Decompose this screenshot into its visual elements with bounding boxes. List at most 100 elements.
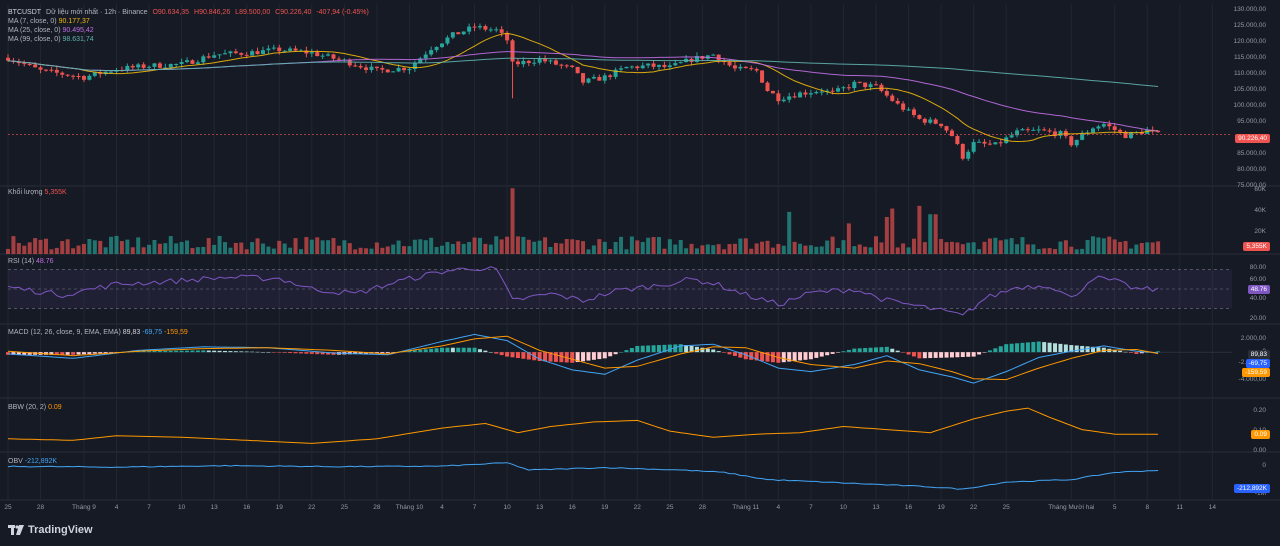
time-tick: 19 (601, 504, 609, 511)
tradingview-logo[interactable]: TradingView (8, 524, 93, 536)
macd-histogram-bar (217, 350, 222, 353)
candle-body (293, 48, 298, 51)
candle-body (1031, 129, 1036, 131)
macd-histogram-bar (798, 352, 803, 361)
volume-bar (228, 247, 233, 254)
volume-bar (738, 238, 743, 254)
volume-bar (119, 241, 124, 254)
macd-histogram-bar (960, 352, 965, 358)
macd-histogram-bar (971, 352, 976, 357)
macd-legend[interactable]: MACD (12, 26, close, 9, EMA, EMA) 89,83 … (8, 328, 188, 337)
candle-body (960, 143, 965, 159)
obv-line (7, 462, 1159, 490)
candle-body (895, 100, 900, 104)
macd-histogram-bar (944, 352, 949, 358)
price-tag: 90.226,40 (1235, 134, 1270, 143)
candle-body (798, 92, 803, 98)
macd-histogram-bar (694, 346, 699, 353)
volume-bar (819, 246, 824, 254)
price-tick: 85.000,00 (1237, 150, 1266, 157)
volume-bar (857, 244, 862, 254)
candle-body (260, 50, 265, 55)
volume-bar (987, 238, 992, 254)
candle-body (244, 54, 249, 56)
macd-histogram-bar (1004, 344, 1009, 353)
volume-bar (944, 242, 949, 254)
volume-bar (320, 240, 325, 254)
macd-histogram-bar (836, 352, 841, 353)
macd-histogram-bar (1053, 343, 1058, 353)
candle-body (651, 63, 656, 67)
macd-histogram-bar (185, 350, 190, 353)
volume-bar (467, 241, 472, 254)
bbw-legend[interactable]: BBW (20, 2) 0.09 (8, 403, 62, 412)
ma25-legend[interactable]: MA (25, close, 0) 90.495,42 (8, 26, 94, 35)
bbw-tick: 0.00 (1253, 447, 1266, 454)
volume-bar (250, 242, 255, 254)
symbol-label[interactable]: BTCUSDT (8, 9, 41, 16)
candle-body (939, 123, 944, 127)
candle-body (76, 75, 81, 77)
macd-histogram-bar (1118, 350, 1123, 353)
time-tick: 14 (1208, 504, 1216, 511)
rsi-tick: 80.00 (1249, 264, 1266, 271)
volume-bar (374, 242, 379, 254)
chart-canvas[interactable] (0, 0, 1280, 546)
candle-body (1036, 129, 1041, 131)
volume-bar (1058, 241, 1063, 254)
price-tick: 100.000,00 (1233, 102, 1266, 109)
volume-bar (548, 246, 553, 254)
candle-body (369, 66, 374, 70)
candle-body (6, 57, 10, 61)
macd-histogram-bar (488, 352, 493, 353)
volume-bar (1123, 241, 1128, 254)
volume-bar (559, 243, 564, 254)
volume-bar (1042, 248, 1047, 254)
rsi-legend[interactable]: RSI (14) 48.76 (8, 257, 54, 266)
time-tick: 19 (937, 504, 945, 511)
ma7-legend[interactable]: MA (7, close, 0) 90.177,37 (8, 17, 90, 26)
ma99-legend[interactable]: MA (99, close, 0) 98.631,74 (8, 35, 94, 44)
candle-body (445, 37, 450, 44)
volume-bar (71, 248, 76, 254)
volume-bar (195, 247, 200, 254)
volume-bar (955, 242, 960, 254)
macd-histogram-bar (65, 352, 70, 355)
volume-bar (103, 247, 108, 254)
volume-bar (152, 239, 157, 254)
macd-histogram-bar (911, 352, 916, 357)
volume-bar (841, 240, 846, 254)
volume-bar (201, 246, 206, 254)
time-tick: 28 (698, 504, 707, 511)
macd-histogram-bar (1009, 343, 1014, 353)
candle-body (407, 68, 412, 71)
volume-legend[interactable]: Khối lượng 5,355K (8, 188, 67, 197)
time-tick: 7 (147, 504, 151, 511)
macd-tick: -4.000,00 (1238, 376, 1266, 383)
candle-body (591, 77, 596, 79)
macd-histogram-bar (667, 344, 672, 353)
volume-bar (868, 247, 873, 254)
volume-bar (461, 243, 466, 254)
volume-bar (1063, 240, 1068, 254)
candle-body (987, 143, 992, 145)
candle-body (819, 91, 824, 93)
obv-legend[interactable]: OBV -212,892K (8, 457, 57, 466)
volume-bar (993, 237, 998, 254)
candle-body (586, 78, 591, 83)
volume-bar (564, 238, 569, 254)
macd-histogram-bar (570, 352, 575, 363)
ma7-value: 90.177,37 (58, 18, 90, 25)
volume-bar (412, 239, 417, 254)
candle-body (201, 56, 206, 63)
macd-histogram-bar (624, 350, 629, 353)
macd-histogram-bar (445, 347, 450, 353)
time-tick: 22 (633, 504, 641, 511)
macd-histogram-bar (163, 350, 168, 353)
macd-histogram-bar (732, 352, 737, 356)
candle-body (884, 90, 889, 96)
candle-body (423, 54, 428, 59)
macd-histogram-bar (76, 352, 81, 355)
candle-body (770, 90, 775, 94)
volume-bar (38, 239, 43, 254)
